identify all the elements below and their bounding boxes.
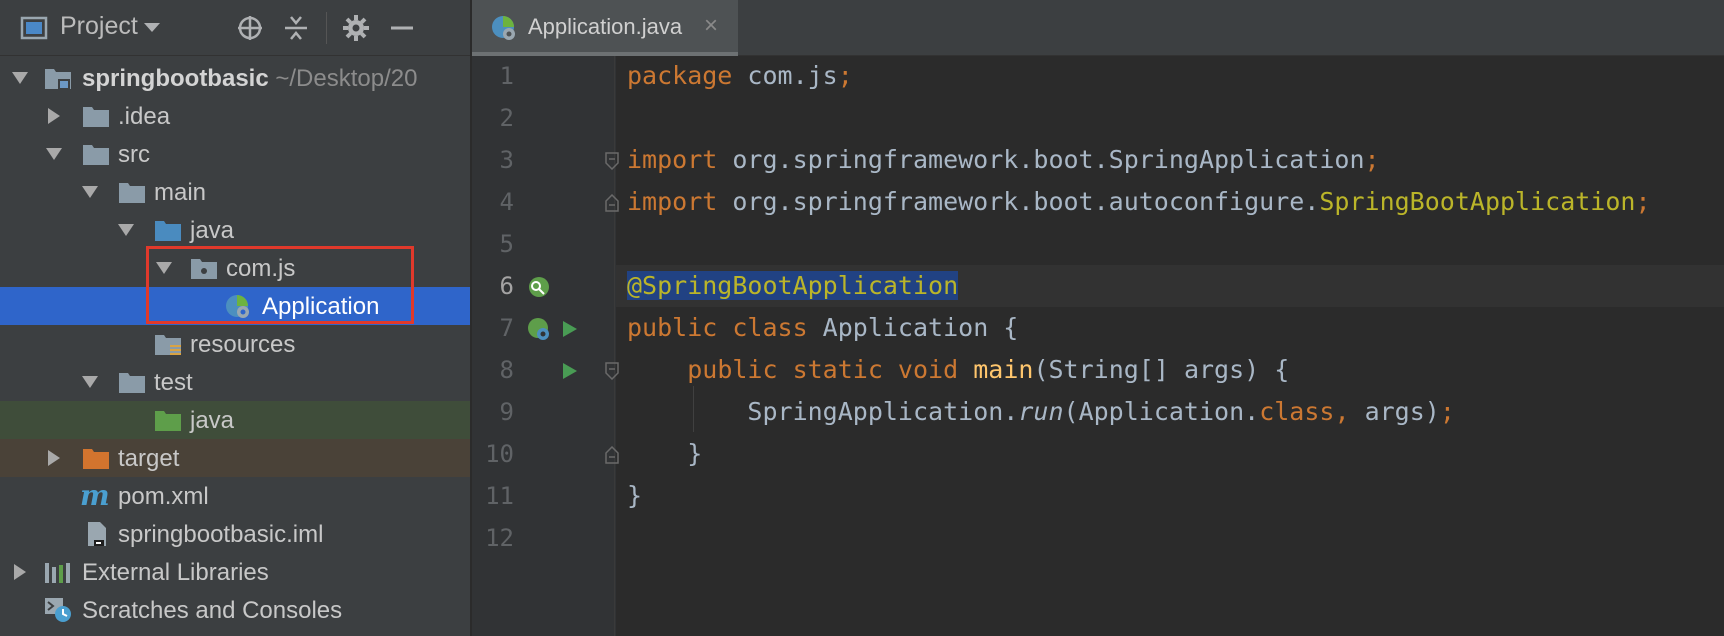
module-folder-icon [45,69,71,89]
tree-item-java-source[interactable]: java [0,211,470,249]
spring-bean-navigate-icon[interactable] [526,274,552,300]
tab-label: Application.java [528,14,683,39]
source-folder-icon [155,221,181,241]
tree-item-label: External Libraries [82,559,269,586]
run-icon[interactable] [556,316,582,342]
gear-icon[interactable] [342,14,370,42]
fold-start-icon[interactable] [604,362,620,380]
tree-item-main[interactable]: main [0,173,470,211]
expanded-arrow-icon[interactable] [80,372,100,392]
maven-icon: m [80,479,110,512]
line-number: 10 [485,440,514,468]
tree-item-src[interactable]: src [0,135,470,173]
code-line-3[interactable]: import org.springframework.boot.SpringAp… [627,145,1380,174]
expanded-arrow-icon[interactable] [10,68,30,88]
spring-boot-run-config-icon[interactable] [526,316,552,342]
tree-item-label: main [154,179,207,206]
collapsed-arrow-icon[interactable] [44,106,64,126]
code-line-10[interactable]: } [627,439,702,468]
minimize-icon[interactable] [388,14,416,42]
tree-item-label: test [154,369,193,396]
line-number: 3 [499,146,514,174]
tree-item-label: src [118,141,150,168]
project-header: Project [0,0,470,56]
line-number: 4 [499,188,514,216]
annotation-highlight-box [146,246,414,324]
collapse-all-icon[interactable] [282,14,310,42]
code-editor: Application.java × 1 2 3 4 5 6 7 8 9 10 … [472,0,1724,636]
module-path: ~/Desktop/20 [275,65,418,92]
expanded-arrow-icon[interactable] [44,144,64,164]
tree-item-label: Scratches and Consoles [82,597,343,624]
tab-application-java[interactable]: Application.java × [472,0,738,56]
code-line-4[interactable]: import org.springframework.boot.autoconf… [627,187,1651,216]
folder-icon [83,107,109,127]
gutter-separator [614,56,615,636]
toolbar-separator [326,12,327,44]
fold-start-icon[interactable] [604,152,620,170]
folder-icon [119,183,145,203]
line-number: 9 [499,398,514,426]
line-number: 7 [499,314,514,342]
tree-item-java-test[interactable]: java [0,401,470,439]
spring-boot-class-icon [492,16,515,40]
project-view-icon[interactable] [20,14,48,42]
fold-end-icon[interactable] [604,194,620,212]
run-icon[interactable] [556,358,582,384]
tree-item-idea[interactable]: .idea [0,97,470,135]
code-line-7[interactable]: public class Application { [627,313,1018,342]
expanded-arrow-icon[interactable] [80,182,100,202]
tree-item-test[interactable]: test [0,363,470,401]
editor-tab-bar: Application.java × [472,0,1724,56]
tree-item-scratches[interactable]: Scratches and Consoles [0,591,470,629]
expanded-arrow-icon[interactable] [116,220,136,240]
project-tree: springbootbasic ~/Desktop/20 .idea src m… [0,59,470,629]
tree-item-label: pom.xml [118,483,209,510]
line-number: 12 [485,524,514,552]
iml-file-icon [88,522,106,546]
collapsed-arrow-icon[interactable] [10,562,30,582]
tree-item-external-libraries[interactable]: External Libraries [0,553,470,591]
code-line-9[interactable]: SpringApplication.run(Application.class,… [627,397,1454,426]
tree-item-label: java [190,407,235,434]
selected-annotation: @SpringBootApplication [627,271,959,300]
tree-item-pom-xml[interactable]: m pom.xml [0,477,470,515]
fold-end-icon[interactable] [604,446,620,464]
line-number: 11 [485,482,514,510]
tree-item-springbootbasic[interactable]: springbootbasic ~/Desktop/20 [0,59,470,97]
test-source-folder-icon [155,411,181,431]
code-line-1[interactable]: package com.js; [627,61,853,90]
tree-item-resources[interactable]: resources [0,325,470,363]
chevron-down-icon[interactable] [142,16,162,38]
tree-item-label: resources [190,331,296,358]
project-view-title[interactable]: Project [60,12,138,41]
close-icon[interactable]: × [704,12,718,40]
tree-item-label: springbootbasic ~/Desktop/20 [82,65,418,92]
code-line-6[interactable]: @SpringBootApplication [627,271,959,300]
collapsed-arrow-icon[interactable] [44,448,64,468]
resources-folder-icon [155,335,181,355]
code-line-11[interactable]: } [627,481,642,510]
line-number: 2 [499,104,514,132]
tree-item-label: springbootbasic.iml [118,521,324,548]
libraries-icon [45,563,70,583]
line-number: 1 [499,62,514,90]
scratches-icon [45,598,71,622]
folder-icon [83,145,109,165]
tree-item-iml[interactable]: springbootbasic.iml [0,515,470,553]
tree-item-label: java [190,217,235,244]
line-number-current: 6 [499,272,514,300]
tree-item-label: .idea [118,103,171,130]
line-number: 5 [499,230,514,258]
project-tool-window: Project springbootbasic ~/Desktop/20 .id… [0,0,470,636]
excluded-folder-icon [83,449,109,469]
line-number: 8 [499,356,514,384]
code-line-8[interactable]: public static void main(String[] args) { [627,355,1289,384]
locate-file-icon[interactable] [236,14,264,42]
tree-item-label: target [118,445,180,472]
folder-icon [119,373,145,393]
tree-item-target[interactable]: target [0,439,470,477]
